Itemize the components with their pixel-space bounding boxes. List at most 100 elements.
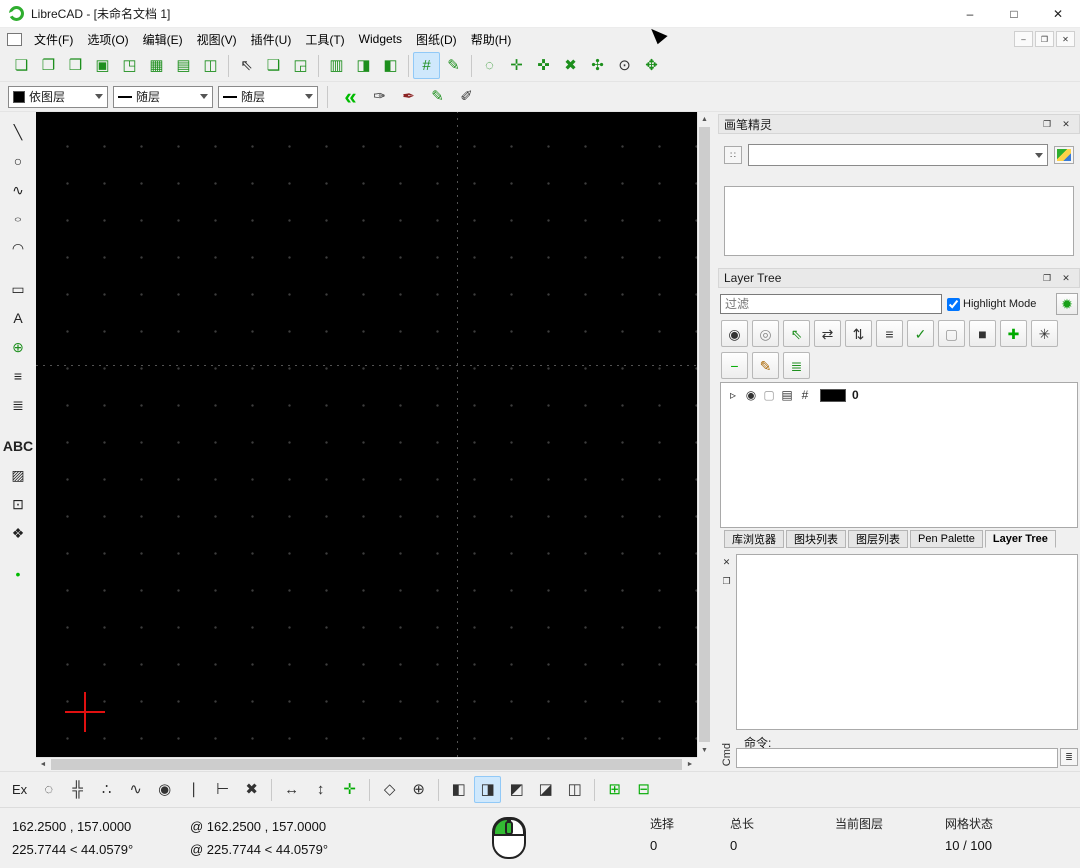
layer-lock-button[interactable]: ▢: [760, 386, 778, 404]
copy-pen-button[interactable]: ✎: [424, 83, 451, 110]
menu-file[interactable]: 文件(F): [27, 28, 80, 51]
command-float-button[interactable]: ❐: [720, 574, 734, 588]
set-relative-zero-button[interactable]: ⊕: [405, 776, 432, 803]
layer-tree-close-button[interactable]: ✕: [1058, 270, 1074, 286]
properties-button[interactable]: ▥: [323, 52, 350, 79]
ellipse-tool-button[interactable]: ○: [5, 205, 32, 232]
snap-endpoint-button[interactable]: ✜: [530, 52, 557, 79]
window-maximize-button[interactable]: □: [992, 0, 1036, 28]
snap-auto-button[interactable]: ✣: [584, 52, 611, 79]
drawing-canvas[interactable]: [36, 112, 697, 757]
menu-widgets[interactable]: Widgets: [352, 28, 409, 51]
raise-layer-button[interactable]: ⇅: [845, 320, 872, 347]
save-button[interactable]: ▣: [89, 52, 116, 79]
point-tool-button[interactable]: •: [5, 560, 32, 587]
tab-block-list[interactable]: 图块列表: [786, 530, 846, 548]
scroll-right-arrow[interactable]: ►: [683, 758, 697, 771]
paste-button[interactable]: ◲: [287, 52, 314, 79]
hatch-tool-button[interactable]: ▨: [5, 461, 32, 488]
menu-plugins[interactable]: 插件(U): [244, 28, 299, 51]
restrict-nothing-button[interactable]: ✛: [336, 776, 363, 803]
snap-free-button[interactable]: ◌: [476, 52, 503, 79]
tab-layer-list[interactable]: 图层列表: [848, 530, 908, 548]
restrict-horizontal-button[interactable]: ↔: [278, 776, 305, 803]
dock-area-floating-button[interactable]: ◫: [561, 776, 588, 803]
new-document-button[interactable]: ❏: [8, 52, 35, 79]
snap-settings-button[interactable]: ✥: [638, 52, 665, 79]
pick-layer-button[interactable]: ⇖: [783, 320, 810, 347]
layer-print-button[interactable]: ▤: [778, 386, 796, 404]
scroll-left-arrow[interactable]: ◄: [36, 758, 50, 771]
select-button[interactable]: ⇖: [233, 52, 260, 79]
layer-current-button[interactable]: ▹: [724, 386, 742, 404]
back-button[interactable]: «: [337, 83, 364, 110]
sort-layers-button[interactable]: ≡: [876, 320, 903, 347]
tab-layer-tree[interactable]: Layer Tree: [985, 530, 1056, 548]
snap-endpoint-button[interactable]: ∴: [93, 776, 120, 803]
command-options-button[interactable]: ≣: [1060, 748, 1078, 766]
mdi-restore-button[interactable]: ❐: [1035, 31, 1054, 47]
spline-tool-button[interactable]: ∿: [5, 176, 32, 203]
layer-visible-button[interactable]: ◉: [742, 386, 760, 404]
modify-tool-button[interactable]: ≣: [5, 391, 32, 418]
grid-toggle-button[interactable]: #: [413, 52, 440, 79]
apply-pen-button[interactable]: ✒: [395, 83, 422, 110]
snap-intersection-button[interactable]: ✖: [238, 776, 265, 803]
exclusive-snap-label[interactable]: Ex: [12, 782, 27, 797]
lock-relative-zero-button[interactable]: ◇: [376, 776, 403, 803]
toolbar-creator-button[interactable]: ⊞: [601, 776, 628, 803]
snap-on-entity-button[interactable]: ∿: [122, 776, 149, 803]
draft-mode-button[interactable]: ✎: [440, 52, 467, 79]
pen-wizard-titlebar[interactable]: 画笔精灵 ❐ ✕: [718, 114, 1080, 134]
menu-help[interactable]: 帮助(H): [464, 28, 519, 51]
color-picker-button[interactable]: [1054, 146, 1074, 164]
insert-block-button[interactable]: ◧: [377, 52, 404, 79]
snap-grid-button[interactable]: ╬: [64, 776, 91, 803]
unlock-all-button[interactable]: ▢: [938, 320, 965, 347]
new-from-template-button[interactable]: ❐: [35, 52, 62, 79]
pen-linetype-combo[interactable]: 随层: [113, 86, 213, 108]
layer-tree-float-button[interactable]: ❐: [1039, 270, 1055, 286]
dock-area-left-button[interactable]: ◧: [445, 776, 472, 803]
snap-distance-button[interactable]: ⊢: [209, 776, 236, 803]
command-history[interactable]: [736, 554, 1078, 730]
open-file-button[interactable]: ❒: [62, 52, 89, 79]
rename-layer-button[interactable]: ✎: [752, 352, 779, 379]
vertical-scroll-thumb[interactable]: [699, 127, 710, 742]
mtext-tool-button[interactable]: ABC: [5, 432, 32, 459]
document-icon[interactable]: [7, 33, 22, 46]
mdi-minimize-button[interactable]: –: [1014, 31, 1033, 47]
save-as-button[interactable]: ◳: [116, 52, 143, 79]
restrict-vertical-button[interactable]: ↕: [307, 776, 334, 803]
arc-tool-button[interactable]: ◠: [5, 234, 32, 261]
highlight-mode-checkbox-input[interactable]: [947, 298, 960, 311]
pen-wizard-list[interactable]: [724, 186, 1074, 256]
menu-options[interactable]: 选项(O): [80, 28, 135, 51]
scroll-down-arrow[interactable]: ▼: [698, 743, 711, 757]
dock-area-bottom-button[interactable]: ◪: [532, 776, 559, 803]
copy-button[interactable]: ❑: [260, 52, 287, 79]
snap-grid-button[interactable]: ✛: [503, 52, 530, 79]
layer-filter-input[interactable]: [720, 294, 942, 314]
show-all-layers-button[interactable]: ◉: [721, 320, 748, 347]
menu-tools[interactable]: 工具(T): [298, 28, 351, 51]
dock-area-top-button[interactable]: ◩: [503, 776, 530, 803]
snap-center-button[interactable]: ◉: [151, 776, 178, 803]
tab-pen-palette[interactable]: Pen Palette: [910, 530, 983, 548]
command-input[interactable]: [736, 748, 1058, 768]
menu-edit[interactable]: 编辑(E): [136, 28, 190, 51]
remove-layer-button[interactable]: −: [721, 352, 748, 379]
layer-tree-mode-button[interactable]: ✳: [1031, 320, 1058, 347]
layer-color-swatch[interactable]: [820, 389, 846, 402]
tab-library-browser[interactable]: 库浏览器: [724, 530, 784, 548]
order-tool-button[interactable]: ≡: [5, 362, 32, 389]
dock-area-right-button[interactable]: ◨: [474, 776, 501, 803]
hide-all-layers-button[interactable]: ◎: [752, 320, 779, 347]
layer-tree-titlebar[interactable]: Layer Tree ❐ ✕: [718, 268, 1080, 288]
block-list-button[interactable]: ◨: [350, 52, 377, 79]
widget-creator-button[interactable]: ⊟: [630, 776, 657, 803]
dimension-tool-button[interactable]: ⊕: [5, 333, 32, 360]
add-layer-button[interactable]: ✚: [1000, 320, 1027, 347]
pen-wizard-menu-button[interactable]: ∷: [724, 146, 742, 164]
print-preview-button[interactable]: ◫: [197, 52, 224, 79]
